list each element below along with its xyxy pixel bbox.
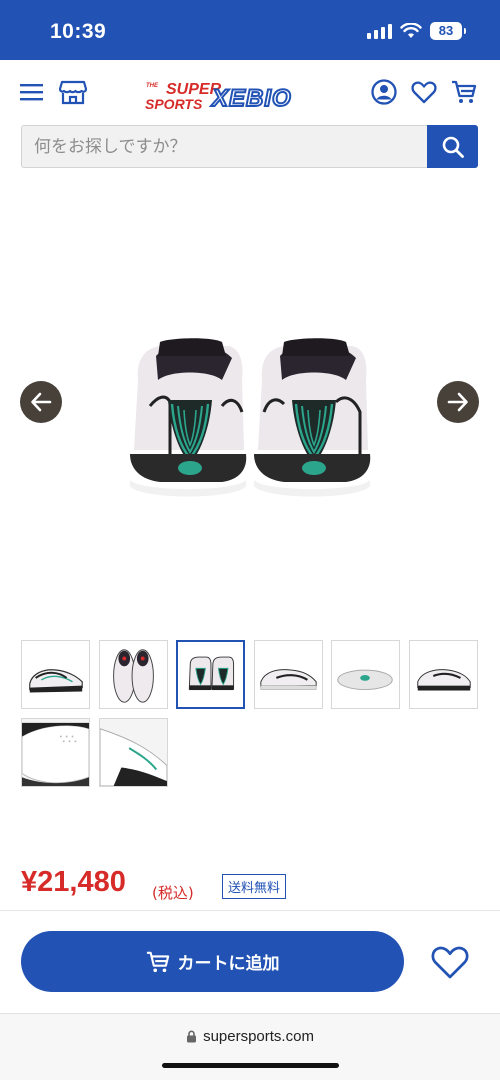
tax-included-label: (税込) (152, 884, 194, 902)
product-price: ¥21,480 (21, 866, 126, 898)
logo-xebio: XEBIO (210, 85, 292, 112)
logo-the: THE (146, 83, 159, 89)
status-time: 10:39 (50, 20, 107, 43)
logo-sports: SPORTS (145, 96, 203, 112)
thumbnail-3[interactable] (176, 640, 245, 709)
arrow-left-icon (31, 392, 52, 412)
status-icons: 83 (367, 22, 466, 40)
thumbnail-7[interactable] (21, 718, 90, 787)
product-page: 10:39 83 THE SUPER SPORTS XEBIO 何をお探しですか… (0, 0, 500, 1080)
cart-icon (146, 951, 169, 972)
search-input[interactable] (21, 125, 427, 168)
site-logo[interactable]: THE SUPER SPORTS XEBIO (144, 78, 314, 113)
free-shipping-badge: 送料無料 (222, 874, 287, 899)
search-button[interactable] (427, 125, 478, 168)
url-text: supersports.com (203, 1028, 314, 1045)
lock-icon (187, 1030, 197, 1043)
heart-icon (431, 946, 469, 979)
wifi-icon (400, 23, 422, 38)
url-bar[interactable]: supersports.com (0, 1028, 500, 1045)
account-icon[interactable] (370, 78, 398, 106)
heart-icon[interactable] (410, 78, 438, 106)
cellular-signal-icon (367, 23, 392, 39)
search-bar (21, 125, 478, 168)
thumbnail-1[interactable] (21, 640, 90, 709)
status-bar: 10:39 83 (0, 0, 500, 60)
thumbnail-2[interactable] (99, 640, 168, 709)
thumbnail-8[interactable] (99, 718, 168, 787)
shoe-pair-back-view (130, 338, 371, 497)
arrow-right-icon (447, 392, 468, 412)
thumbnail-5[interactable] (331, 640, 400, 709)
divider (0, 910, 500, 911)
left-shoe (130, 338, 247, 497)
browser-bottom-bar (0, 1013, 500, 1080)
product-main-image (0, 180, 500, 620)
right-shoe (254, 338, 371, 497)
menu-icon[interactable] (20, 80, 44, 104)
thumbnail-6[interactable] (409, 640, 478, 709)
battery-level: 83 (438, 23, 454, 38)
add-to-cart-label: カートに追加 (177, 954, 280, 974)
battery-icon: 83 (430, 22, 466, 40)
home-indicator[interactable] (162, 1063, 339, 1068)
store-icon[interactable] (59, 78, 87, 106)
next-image-button[interactable] (437, 381, 479, 423)
favorite-button[interactable] (427, 941, 473, 983)
previous-image-button[interactable] (20, 381, 62, 423)
cart-icon[interactable] (450, 78, 478, 106)
add-to-cart-button[interactable]: カートに追加 (21, 931, 404, 992)
thumbnail-4[interactable] (254, 640, 323, 709)
search-icon (442, 136, 464, 158)
